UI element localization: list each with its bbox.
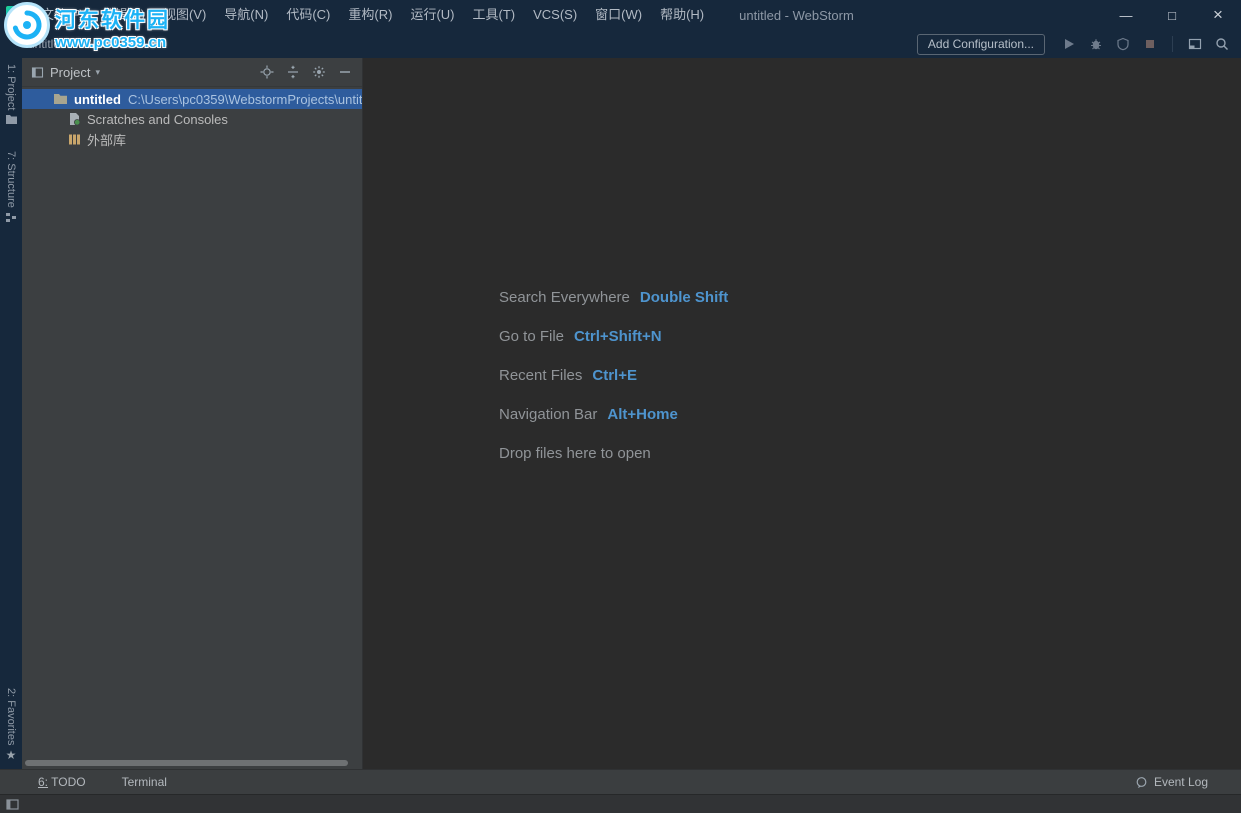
menu-help[interactable]: 帮助(H) <box>651 0 713 30</box>
maximize-button[interactable]: □ <box>1149 0 1195 30</box>
hint-navigation-bar: Navigation Bar Alt+Home <box>499 395 728 434</box>
tree-item-scratches[interactable]: Scratches and Consoles <box>22 109 362 129</box>
menu-code[interactable]: 代码(C) <box>277 0 339 30</box>
webstorm-logo-icon: WS <box>6 6 24 24</box>
project-panel-header: Project ▾ <box>22 58 362 87</box>
structure-stripe-icon <box>5 212 17 223</box>
todo-button[interactable]: 6: TODO <box>38 775 86 789</box>
horizontal-scrollbar[interactable] <box>25 760 348 766</box>
gear-icon[interactable] <box>312 65 326 79</box>
tree-item-name: untitled <box>74 92 121 107</box>
project-tab-icon <box>30 65 44 79</box>
hint-drop-files: Drop files here to open <box>499 434 728 473</box>
debug-icon[interactable] <box>1085 33 1107 55</box>
event-log-label: Event Log <box>1154 775 1208 789</box>
project-tool-window: Project ▾ <box>22 58 363 769</box>
tree-item-name: 外部库 <box>87 130 126 149</box>
folder-icon <box>53 93 68 105</box>
main-area: 1: Project 7: Structure 2: Favorites ★ <box>0 58 1241 769</box>
add-configuration-button[interactable]: Add Configuration... <box>917 34 1045 55</box>
collapse-all-icon[interactable] <box>286 65 300 79</box>
event-log-button[interactable]: Event Log <box>1135 775 1208 789</box>
tree-item-name: Scratches and Consoles <box>87 112 228 127</box>
project-panel-title[interactable]: Project <box>50 65 90 80</box>
main-toolbar: untitled Add Configuration... <box>0 30 1241 58</box>
menu-window[interactable]: 窗口(W) <box>586 0 651 30</box>
tree-item-untitled[interactable]: untitled C:\Users\pc0359\WebstormProject… <box>22 89 362 109</box>
tool-window-favorites-button[interactable]: 2: Favorites ★ <box>5 688 17 761</box>
search-icon[interactable] <box>1211 33 1233 55</box>
layout-icon[interactable] <box>1184 33 1206 55</box>
menu-tools[interactable]: 工具(T) <box>463 0 524 30</box>
project-button-label: 1: Project <box>5 64 17 110</box>
left-tool-strip: 1: Project 7: Structure 2: Favorites ★ <box>0 58 22 769</box>
menu-run[interactable]: 运行(U) <box>401 0 463 30</box>
menu-bar: 文件(F) 编辑(E) 视图(V) 导航(N) 代码(C) 重构(R) 运行(U… <box>32 0 713 30</box>
shortcut-hints: Search Everywhere Double Shift Go to Fil… <box>499 278 728 473</box>
coverage-icon[interactable] <box>1112 33 1134 55</box>
terminal-button[interactable]: Terminal <box>122 775 167 789</box>
webstorm-window: 河东软件园 www.pc0359.cn WS 文件(F) 编辑(E) 视图(V)… <box>0 0 1241 813</box>
status-bar <box>0 794 1241 813</box>
panel-header-actions <box>260 65 354 79</box>
tree-item-external-libraries[interactable]: 外部库 <box>22 129 362 149</box>
toolbar-separator <box>1172 36 1173 52</box>
stop-icon[interactable] <box>1139 33 1161 55</box>
project-tree: untitled C:\Users\pc0359\WebstormProject… <box>22 87 362 769</box>
scratches-icon <box>68 112 81 126</box>
hint-recent-files: Recent Files Ctrl+E <box>499 356 728 395</box>
menu-refactor[interactable]: 重构(R) <box>339 0 401 30</box>
tool-window-structure-button[interactable]: 7: Structure <box>5 151 17 223</box>
tool-window-project-button[interactable]: 1: Project <box>5 64 18 125</box>
menu-navigate[interactable]: 导航(N) <box>215 0 277 30</box>
locate-icon[interactable] <box>260 65 274 79</box>
run-icon[interactable] <box>1058 33 1080 55</box>
toggle-tool-buttons-icon[interactable] <box>6 799 19 810</box>
hint-go-to-file: Go to File Ctrl+Shift+N <box>499 317 728 356</box>
favorites-button-label: 2: Favorites <box>5 688 17 745</box>
bottom-tool-bar: 6: TODO Terminal Event Log <box>0 769 1241 794</box>
library-icon <box>68 133 81 146</box>
menu-file[interactable]: 文件(F) <box>32 0 93 30</box>
close-button[interactable]: × <box>1195 0 1241 30</box>
hide-panel-icon[interactable] <box>338 65 352 79</box>
menu-view[interactable]: 视图(V) <box>154 0 215 30</box>
tree-item-path: C:\Users\pc0359\WebstormProjects\untitle <box>128 92 362 107</box>
title-bar: WS 文件(F) 编辑(E) 视图(V) 导航(N) 代码(C) 重构(R) 运… <box>0 0 1241 30</box>
window-title: untitled - WebStorm <box>739 8 854 23</box>
menu-edit[interactable]: 编辑(E) <box>93 0 154 30</box>
structure-button-label: 7: Structure <box>5 151 17 208</box>
window-controls: — □ × <box>1103 0 1241 30</box>
editor-area[interactable]: Search Everywhere Double Shift Go to Fil… <box>363 58 1241 769</box>
event-log-icon <box>1135 776 1148 789</box>
minimize-button[interactable]: — <box>1103 0 1149 30</box>
project-stripe-icon <box>5 114 18 125</box>
menu-vcs[interactable]: VCS(S) <box>524 0 586 30</box>
toolbar-right-group: Add Configuration... <box>917 33 1233 55</box>
breadcrumb[interactable]: untitled <box>28 37 67 51</box>
star-icon: ★ <box>6 749 17 761</box>
hint-search-everywhere: Search Everywhere Double Shift <box>499 278 728 317</box>
chevron-down-icon[interactable]: ▾ <box>95 67 100 78</box>
